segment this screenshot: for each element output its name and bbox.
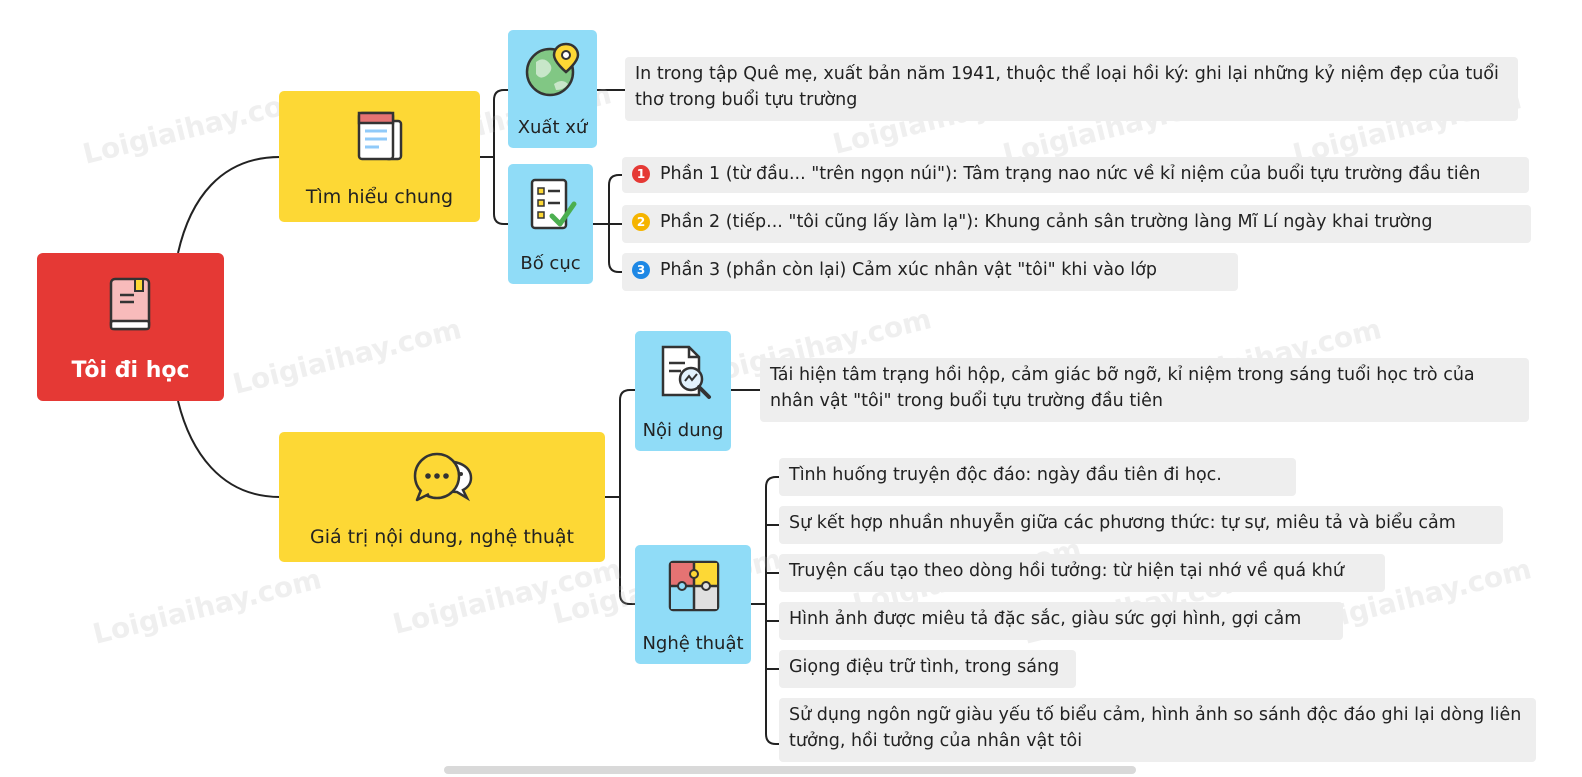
link-bo-cuc-leaves	[593, 174, 622, 273]
sub-nghe-thuat[interactable]: Nghệ thuật	[635, 545, 751, 664]
checklist-icon	[530, 178, 577, 230]
globe-pin-icon	[525, 42, 580, 97]
root-title: Tôi đi học	[71, 358, 190, 383]
number-badge-2: 2	[632, 213, 650, 231]
sub-title: Nghệ thuật	[642, 633, 744, 654]
book-icon	[109, 277, 151, 331]
sub-bo-cuc[interactable]: Bố cục	[508, 164, 593, 284]
leaf-nghe-thuat-3: Truyện cấu tạo theo dòng hồi tưởng: từ h…	[779, 554, 1385, 592]
newspaper-icon	[357, 111, 403, 161]
leaf-nghe-thuat-4: Hình ảnh được miêu tả đặc sắc, giàu sức …	[779, 602, 1343, 640]
puzzle-icon	[668, 560, 720, 612]
sub-title: Nội dung	[642, 420, 724, 441]
number-badge-3: 3	[632, 261, 650, 279]
leaf-nghe-thuat-2: Sự kết hợp nhuần nhuyễn giữa các phương …	[779, 506, 1503, 544]
branch-gia-tri[interactable]: Giá trị nội dung, nghệ thuật	[279, 432, 605, 562]
leaf-nghe-thuat-5: Giọng điệu trữ tình, trong sáng	[779, 650, 1076, 688]
sub-title: Bố cục	[520, 253, 581, 274]
link-tim-hieu-to-subs	[480, 89, 508, 225]
leaf-nghe-thuat-6: Sử dụng ngôn ngữ giàu yếu tố biểu cảm, h…	[779, 698, 1536, 762]
leaf-nghe-thuat-1: Tình huống truyện độc đáo: ngày đầu tiên…	[779, 458, 1296, 496]
document-search-icon	[661, 345, 711, 399]
link-nghe-thuat-leaves	[751, 476, 779, 745]
leaf-noi-dung: Tái hiện tâm trạng hồi hộp, cảm giác bỡ …	[760, 358, 1529, 422]
number-badge-1: 1	[632, 165, 650, 183]
mind-map: Loigiaihay.com Loigiaihay.com Loigiaihay…	[0, 0, 1582, 777]
leaf-xuat-xu: In trong tập Quê mẹ, xuất bản năm 1941, …	[625, 57, 1518, 121]
horizontal-scrollbar[interactable]	[444, 766, 1136, 774]
chat-bubbles-icon	[413, 452, 473, 502]
branch-tim-hieu-chung[interactable]: Tìm hiểu chung	[279, 91, 480, 222]
link-root-tim-hieu-chung	[177, 156, 281, 254]
sub-title: Xuất xứ	[517, 117, 588, 138]
leaf-text: Phần 2 (tiếp... "tôi cũng lấy làm lạ"): …	[660, 212, 1433, 232]
leaf-text: Phần 1 (từ đầu... "trên ngọn núi"): Tâm …	[660, 164, 1481, 184]
sub-noi-dung[interactable]: Nội dung	[635, 331, 731, 451]
leaf-bo-cuc-2: 2 Phần 2 (tiếp... "tôi cũng lấy làm lạ"):…	[622, 205, 1531, 243]
branch-title: Giá trị nội dung, nghệ thuật	[309, 526, 575, 548]
leaf-bo-cuc-3: 3 Phần 3 (phần còn lại) Cảm xúc nhân vật …	[622, 253, 1238, 291]
branch-title: Tìm hiểu chung	[305, 186, 454, 208]
leaf-text: Phần 3 (phần còn lại) Cảm xúc nhân vật "…	[660, 260, 1157, 280]
root-node[interactable]: Tôi đi học	[37, 253, 224, 401]
leaf-bo-cuc-1: 1 Phần 1 (từ đầu... "trên ngọn núi"): Tâm…	[622, 157, 1529, 193]
sub-xuat-xu[interactable]: Xuất xứ	[508, 30, 597, 148]
link-gia-tri-to-subs	[605, 389, 635, 605]
link-root-gia-tri	[177, 400, 281, 498]
